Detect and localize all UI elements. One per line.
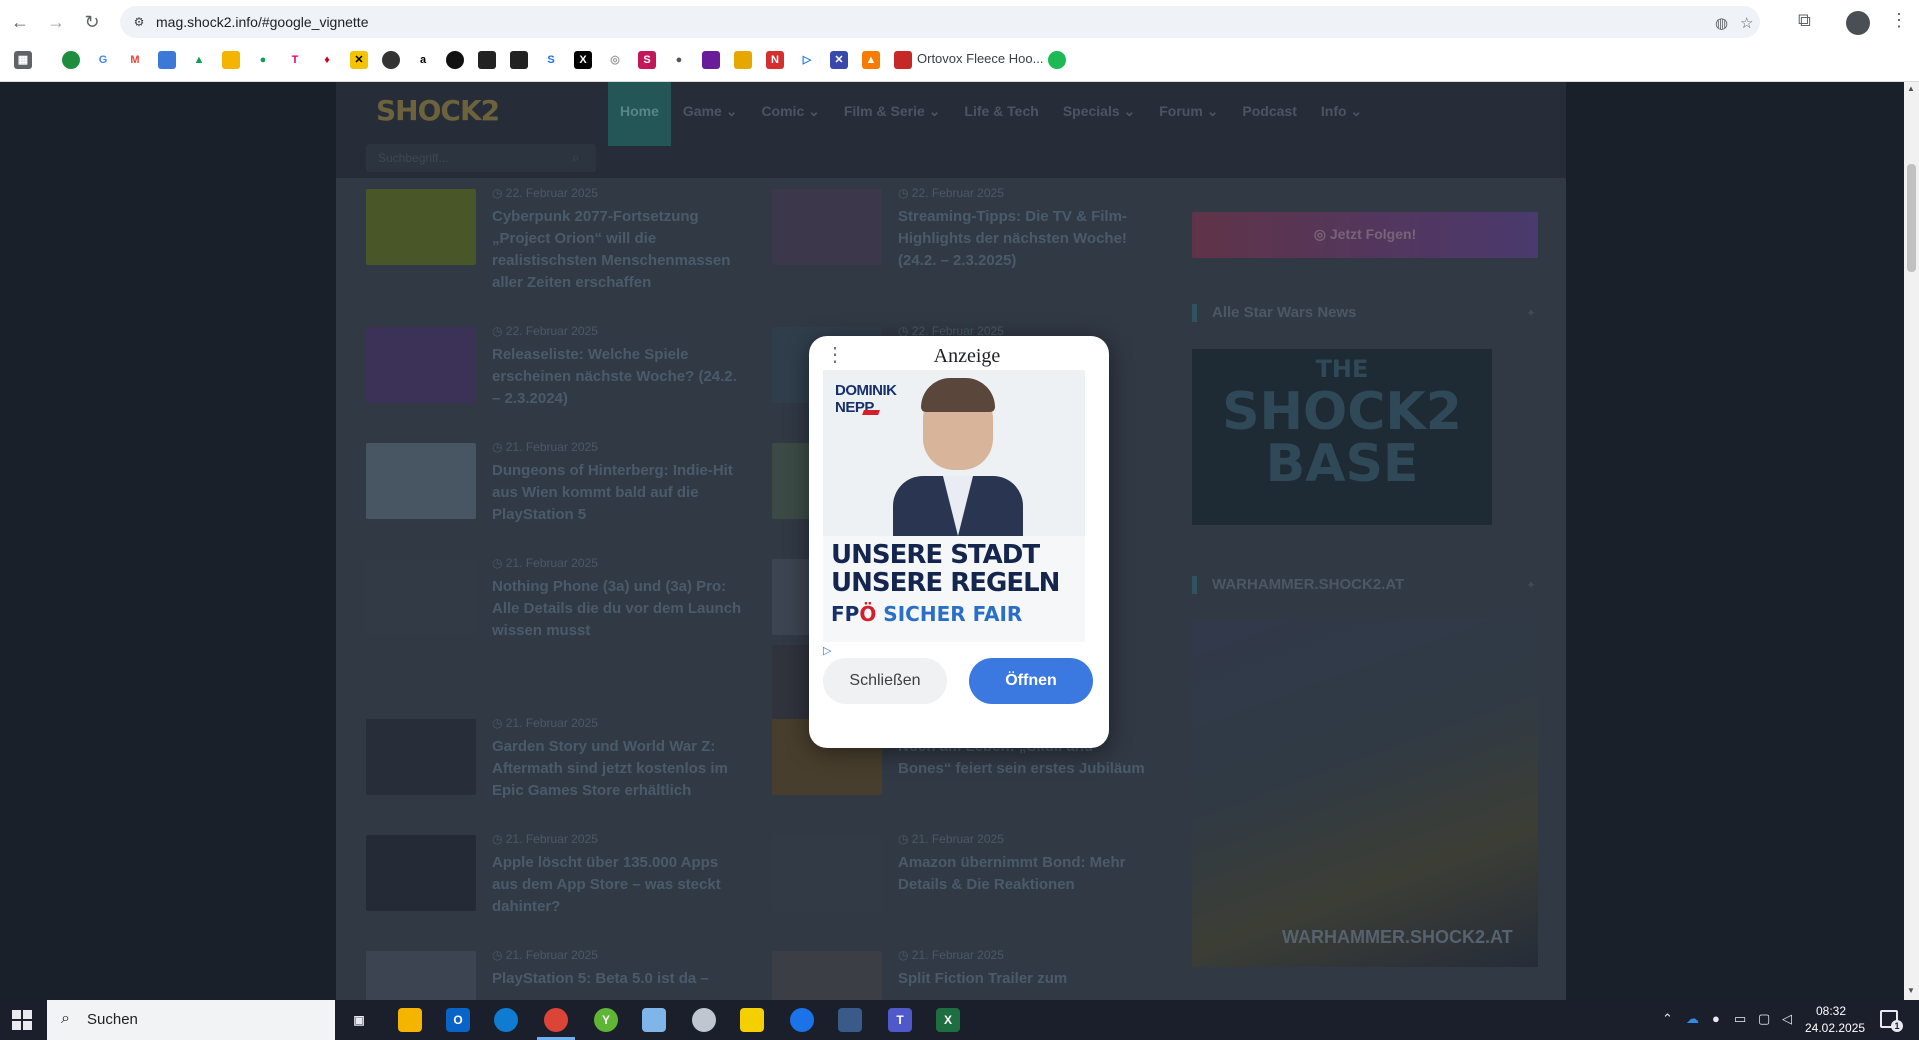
ortovox-icon[interactable] — [894, 51, 912, 69]
bookmark-icon-14[interactable] — [478, 51, 496, 69]
app-icon-green[interactable]: Y — [594, 1008, 618, 1032]
page-scrollbar[interactable]: ▲ ▼ — [1904, 82, 1919, 1000]
scroll-up-arrow[interactable]: ▲ — [1907, 84, 1915, 93]
windows-taskbar: ⌕ Suchen ▣ O Y T X ⌃ ☁ ● ▭ ▢ ◁ 08:32 24.… — [0, 1000, 1919, 1040]
scroll-down-arrow[interactable]: ▼ — [1907, 986, 1915, 995]
eye-off-icon[interactable]: ◍ — [1715, 14, 1728, 32]
bookmark-icon-1[interactable] — [62, 51, 80, 69]
telekom-icon[interactable]: T — [286, 51, 304, 69]
bookmark-icon-18[interactable]: ◎ — [606, 51, 624, 69]
address-bar[interactable]: ⚙ mag.shock2.info/#google_vignette ◍ ☆ — [120, 6, 1760, 38]
teams-icon[interactable]: T — [888, 1008, 912, 1032]
notification-badge: 1 — [1891, 1020, 1903, 1032]
bookmark-icon-19[interactable]: S — [638, 51, 656, 69]
url-text: mag.shock2.info/#google_vignette — [156, 14, 369, 30]
apps-grid-icon[interactable]: ▦ — [14, 51, 32, 69]
tagline-rest: SICHER FAIR — [876, 602, 1023, 626]
brand-accent — [862, 410, 880, 415]
chrome-menu-icon[interactable]: ⋮ — [1890, 10, 1908, 31]
taskbar-search-label: Suchen — [87, 1011, 138, 1028]
address-row: ← → ↻ ⚙ mag.shock2.info/#google_vignette… — [0, 0, 1919, 44]
ad-slogan-line-2: UNSERE REGELN — [831, 568, 1060, 598]
ad-vignette-dialog: ⋮ Anzeige DOMINIK NEPP UNSERE STADT UNSE… — [809, 336, 1109, 748]
gmail-icon[interactable]: M — [126, 51, 144, 69]
taskbar-search-box[interactable]: ⌕ Suchen — [47, 1000, 335, 1040]
tagline-x: Ö — [859, 602, 877, 626]
chrome-icon[interactable] — [544, 1008, 568, 1032]
windows-start-icon[interactable] — [12, 1010, 32, 1030]
taskbar-date[interactable]: 24.02.2025 — [1805, 1021, 1865, 1035]
maps-icon[interactable]: ● — [254, 51, 272, 69]
app-icon-tool[interactable] — [692, 1008, 716, 1032]
tagline-fp: FP — [831, 602, 860, 626]
search-icon: ⌕ — [61, 1010, 70, 1027]
adchoices-icon[interactable]: ▷ — [823, 644, 831, 657]
bookmark-icon-9[interactable]: ♦ — [318, 51, 336, 69]
app-icon-notepad[interactable] — [642, 1008, 666, 1032]
app-icon-remote[interactable] — [790, 1008, 814, 1032]
bookmark-icon-21[interactable] — [702, 51, 720, 69]
ad-title: Anzeige — [933, 345, 1001, 367]
spotify-icon[interactable] — [1048, 51, 1066, 69]
bookmark-ortovox-label[interactable]: Ortovox Fleece Hoo... — [917, 51, 1043, 66]
google-icon[interactable]: G — [94, 51, 112, 69]
task-view-icon[interactable]: ▣ — [347, 1008, 371, 1032]
volume-icon[interactable]: ◁ — [1782, 1011, 1792, 1027]
bookmark-icon-13[interactable] — [446, 51, 464, 69]
app-icon-network[interactable] — [838, 1008, 862, 1032]
forward-button[interactable]: → — [44, 10, 68, 34]
outlook-icon[interactable]: O — [446, 1008, 470, 1032]
drive-icon[interactable]: ▲ — [190, 51, 208, 69]
scroll-thumb[interactable] — [1907, 164, 1916, 272]
onedrive-icon[interactable]: ☁ — [1686, 1011, 1699, 1027]
netflix-icon[interactable]: N — [766, 51, 784, 69]
x-twitter-icon[interactable]: X — [574, 51, 592, 69]
sticky-notes-icon[interactable] — [740, 1008, 764, 1032]
network-icon[interactable]: ▢ — [1758, 1011, 1770, 1027]
hair-shape — [921, 378, 995, 412]
amazon-icon[interactable]: a — [414, 51, 432, 69]
bookmark-icon-11[interactable] — [382, 51, 400, 69]
browser-chrome: ← → ↻ ⚙ mag.shock2.info/#google_vignette… — [0, 0, 1919, 82]
taskbar-time[interactable]: 08:32 — [1816, 1004, 1846, 1018]
ad-close-button[interactable]: Schließen — [823, 658, 947, 704]
bookmark-icon-10[interactable]: ✕ — [350, 51, 368, 69]
bookmark-icon-26[interactable]: ▲ — [862, 51, 880, 69]
battery-icon[interactable]: ▭ — [1734, 1011, 1746, 1027]
ad-tagline: FPÖ SICHER FAIR — [831, 602, 1022, 626]
excel-icon[interactable]: X — [936, 1008, 960, 1032]
bookmark-icon-22[interactable] — [734, 51, 752, 69]
bookmark-icon-4[interactable] — [158, 51, 176, 69]
microphone-icon[interactable]: ● — [1712, 1011, 1720, 1026]
ad-creative[interactable]: DOMINIK NEPP UNSERE STADT UNSERE REGELN … — [823, 370, 1085, 642]
extensions-icon[interactable]: ⧉ — [1798, 10, 1811, 31]
bookmark-icon-16[interactable]: S — [542, 51, 560, 69]
bookmark-icon-15[interactable] — [510, 51, 528, 69]
tray-overflow-icon[interactable]: ⌃ — [1662, 1011, 1673, 1027]
brand-line-1: DOMINIK — [835, 382, 897, 399]
candidate-photo — [893, 376, 1023, 566]
bookmarks-bar: ▦ G M ▲ ● T ♦ ✕ a S X ◎ S ● N ▷ ✕ ▲ Orto… — [0, 46, 1919, 76]
site-info-icon[interactable]: ⚙ — [130, 13, 148, 31]
file-explorer-icon[interactable] — [398, 1008, 422, 1032]
back-button[interactable]: ← — [8, 10, 32, 34]
bookmark-star-icon[interactable]: ☆ — [1740, 14, 1753, 32]
edge-icon[interactable] — [494, 1008, 518, 1032]
bookmark-icon-24[interactable]: ▷ — [798, 51, 816, 69]
reload-button[interactable]: ↻ — [80, 10, 104, 34]
apple-icon[interactable]: ● — [670, 51, 688, 69]
bookmark-icon-6[interactable] — [222, 51, 240, 69]
bookmark-icon-25[interactable]: ✕ — [830, 51, 848, 69]
ad-slogan-line-1: UNSERE STADT — [831, 540, 1040, 570]
ad-open-button[interactable]: Öffnen — [969, 658, 1093, 704]
profile-avatar[interactable] — [1846, 11, 1870, 35]
